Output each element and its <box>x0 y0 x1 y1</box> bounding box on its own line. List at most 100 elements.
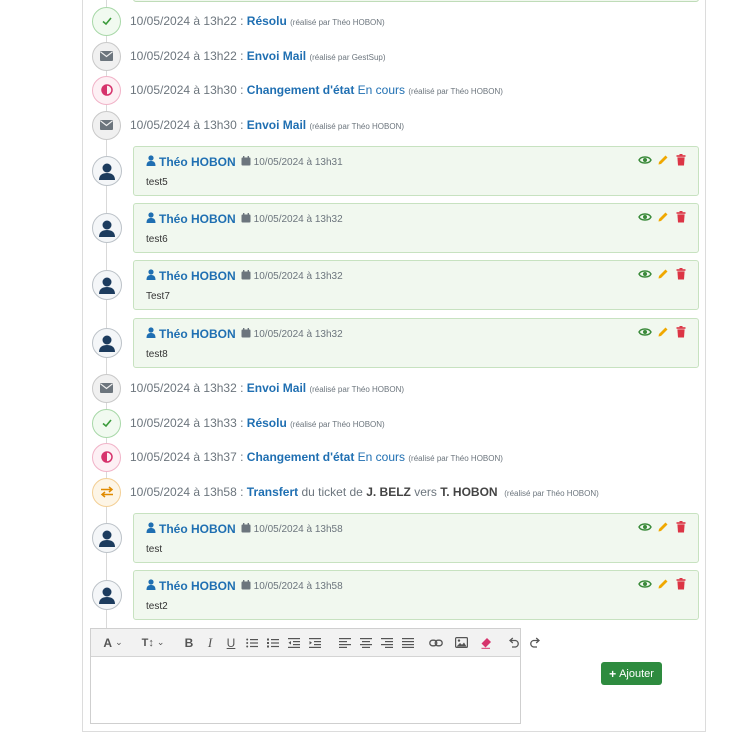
user-avatar-icon <box>92 580 122 610</box>
plus-icon: + <box>609 666 617 681</box>
event-date: 10/05/2024 à 13h30 : <box>130 118 244 132</box>
envelope-icon <box>92 41 121 71</box>
transfer-to: T. HOBON <box>440 485 498 499</box>
trash-icon[interactable] <box>674 267 688 281</box>
align-center-icon[interactable] <box>356 633 376 653</box>
event-author: (réalisé par Théo HOBON) <box>290 18 385 27</box>
event-action: Envoi Mail <box>246 49 307 63</box>
align-right-icon[interactable] <box>377 633 397 653</box>
timeline-event: 10/05/2024 à 13h22 : Envoi Mail (réalisé… <box>92 41 692 71</box>
underline-glyph: U <box>226 635 236 650</box>
user-icon <box>146 155 156 169</box>
check-icon <box>92 408 121 438</box>
comment-author: Théo HOBON <box>159 155 236 169</box>
user-icon <box>146 522 156 536</box>
pencil-icon[interactable] <box>656 577 670 591</box>
comment-text-area[interactable] <box>91 658 520 723</box>
envelope-icon <box>92 373 121 403</box>
calendar-icon <box>241 327 251 341</box>
redo-icon[interactable] <box>525 633 545 653</box>
event-author: (réalisé par Théo HOBON) <box>504 489 599 498</box>
eye-icon[interactable] <box>638 325 652 339</box>
transfer-text-2: vers <box>414 485 437 499</box>
user-icon <box>146 327 156 341</box>
user-avatar-icon <box>92 270 122 300</box>
font-color-dropdown[interactable]: A ⌄ <box>99 633 127 653</box>
comment-card: Théo HOBON 10/05/2024 à 13h32 Test7 <box>133 260 699 310</box>
italic-button[interactable]: I <box>200 633 220 653</box>
bullet-list-icon[interactable] <box>242 633 262 653</box>
comment-card: Théo HOBON 10/05/2024 à 13h58 test2 <box>133 570 699 620</box>
trash-icon[interactable] <box>674 210 688 224</box>
timeline-event: 10/05/2024 à 13h37 : Changement d'état E… <box>92 442 692 472</box>
event-action: Envoi Mail <box>246 381 307 395</box>
font-size-dropdown[interactable]: T↕ ⌄ <box>139 633 167 653</box>
comment-text: Test7 <box>146 291 170 302</box>
trash-icon[interactable] <box>674 577 688 591</box>
pencil-icon[interactable] <box>656 520 670 534</box>
pencil-icon[interactable] <box>656 267 670 281</box>
add-comment-button[interactable]: + Ajouter <box>601 662 662 685</box>
eye-icon[interactable] <box>638 577 652 591</box>
event-date: 10/05/2024 à 13h37 : <box>130 450 244 464</box>
comment-date: 10/05/2024 à 13h58 <box>253 580 343 592</box>
event-author: (réalisé par Théo HOBON) <box>309 385 405 394</box>
timeline-event: 10/05/2024 à 13h30 : Envoi Mail (réalisé… <box>92 110 692 140</box>
image-icon[interactable] <box>451 633 471 653</box>
comment-date: 10/05/2024 à 13h58 <box>253 523 343 535</box>
event-action: Transfert <box>246 485 299 499</box>
pencil-icon[interactable] <box>656 210 670 224</box>
eye-icon[interactable] <box>638 210 652 224</box>
user-icon <box>146 579 156 593</box>
comment-editor: A ⌄ T↕ ⌄ B I U <box>90 628 540 724</box>
align-left-icon[interactable] <box>335 633 355 653</box>
comment-author: Théo HOBON <box>159 522 236 536</box>
pencil-icon[interactable] <box>656 325 670 339</box>
event-date: 10/05/2024 à 13h22 : <box>130 49 244 63</box>
event-action: Résolu <box>246 416 287 430</box>
event-date: 10/05/2024 à 13h33 : <box>130 416 244 430</box>
comment-text: test5 <box>146 177 168 188</box>
comment-author: Théo HOBON <box>159 579 236 593</box>
comment-text: test <box>146 544 163 555</box>
underline-button[interactable]: U <box>221 633 241 653</box>
half-circle-icon <box>92 442 121 472</box>
event-date: 10/05/2024 à 13h32 : <box>130 381 244 395</box>
link-icon[interactable] <box>426 633 446 653</box>
event-author: (réalisé par Théo HOBON) <box>408 454 503 463</box>
comment-card: Théo HOBON 10/05/2024 à 13h32 test6 <box>133 203 699 253</box>
eye-icon[interactable] <box>638 520 652 534</box>
bold-button[interactable]: B <box>179 633 199 653</box>
user-avatar-icon <box>92 523 122 553</box>
comment-card: Théo HOBON 10/05/2024 à 13h32 test8 <box>133 318 699 368</box>
trash-icon[interactable] <box>674 325 688 339</box>
comment-date: 10/05/2024 à 13h32 <box>253 270 343 282</box>
comment-card: Théo HOBON 10/05/2024 à 13h31 test5 <box>133 146 699 196</box>
editor-toolbar: A ⌄ T↕ ⌄ B I U <box>91 629 540 657</box>
size-glyph: T↕ <box>141 636 154 649</box>
event-action: Résolu <box>246 14 287 28</box>
timeline-event-transfer: 10/05/2024 à 13h58 : Transfert du ticket… <box>92 477 692 507</box>
event-action: Changement d'état <box>246 450 355 464</box>
indent-icon[interactable] <box>305 633 325 653</box>
pencil-icon[interactable] <box>656 153 670 167</box>
comment-date: 10/05/2024 à 13h31 <box>253 156 343 168</box>
justify-icon[interactable] <box>398 633 418 653</box>
comment-date: 10/05/2024 à 13h32 <box>253 328 343 340</box>
timeline-event: 10/05/2024 à 13h30 : Changement d'état E… <box>92 75 692 105</box>
event-date: 10/05/2024 à 13h58 : <box>130 485 244 499</box>
event-date: 10/05/2024 à 13h22 : <box>130 14 244 28</box>
comment-author: Théo HOBON <box>159 212 236 226</box>
eye-icon[interactable] <box>638 153 652 167</box>
transfer-text-1: du ticket de <box>301 485 363 499</box>
user-avatar-icon <box>92 156 122 186</box>
comment-card: Théo HOBON 10/05/2024 à 13h58 test <box>133 513 699 563</box>
trash-icon[interactable] <box>674 153 688 167</box>
outdent-icon[interactable] <box>284 633 304 653</box>
comment-text: test6 <box>146 234 168 245</box>
eye-icon[interactable] <box>638 267 652 281</box>
eraser-icon[interactable] <box>476 633 496 653</box>
numbered-list-icon[interactable] <box>263 633 283 653</box>
undo-icon[interactable] <box>504 633 524 653</box>
trash-icon[interactable] <box>674 520 688 534</box>
